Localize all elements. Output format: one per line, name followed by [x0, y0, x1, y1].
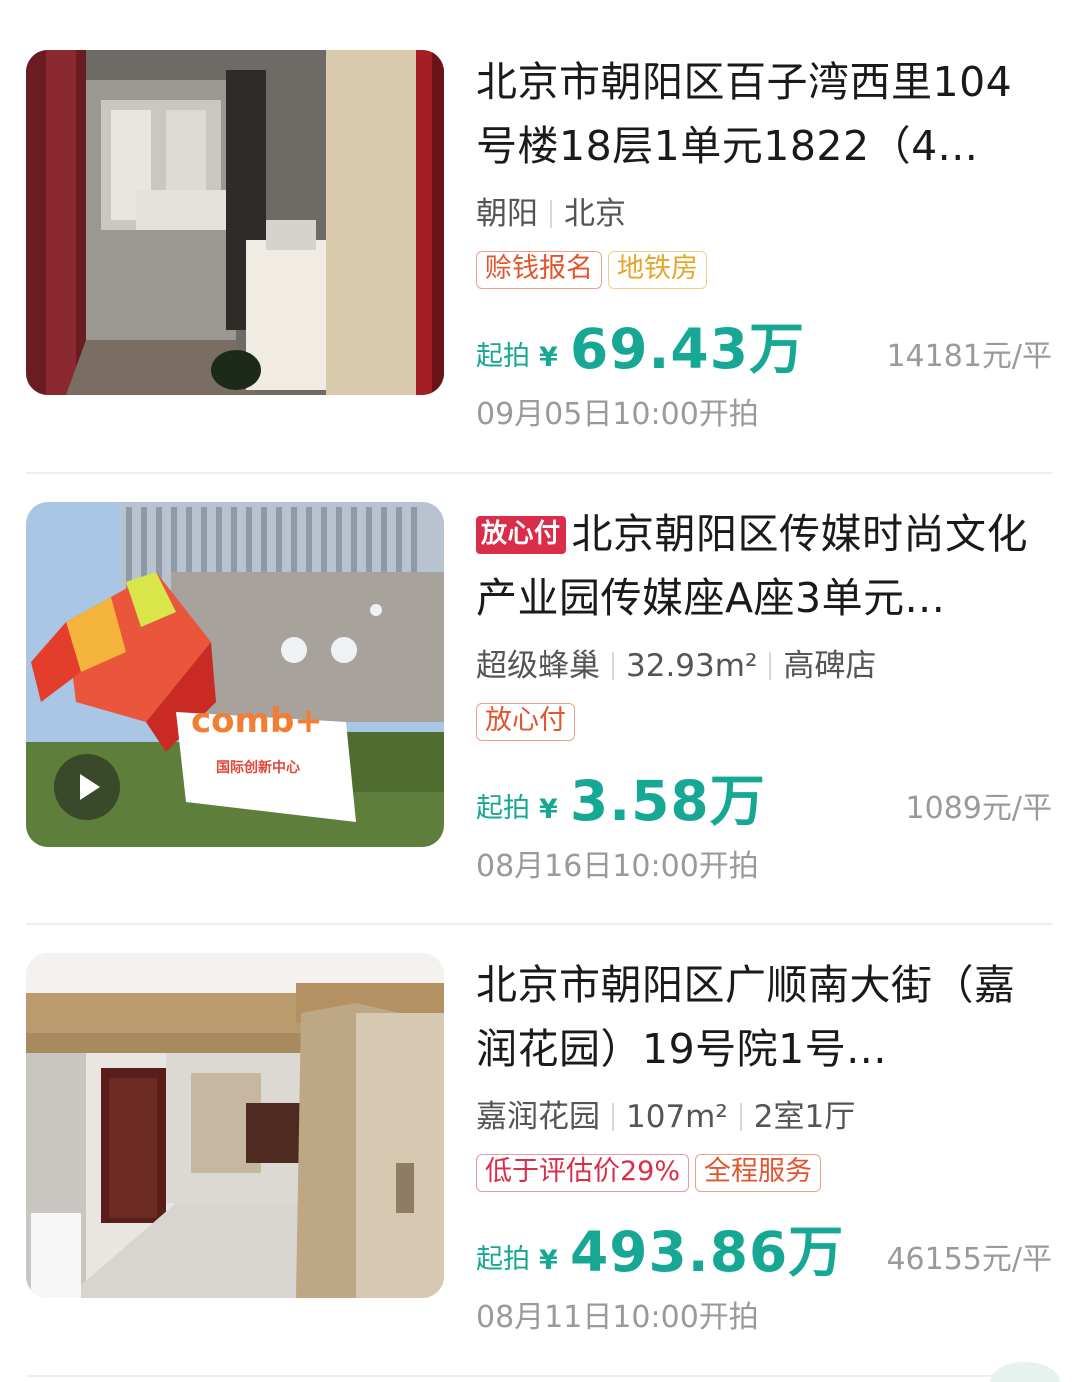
unit-price: 1089元/平	[905, 791, 1052, 826]
meta-community: 嘉润花园	[476, 1099, 600, 1135]
listing-tags: 低于评估价29% 全程服务	[476, 1154, 1052, 1194]
listing-card[interactable]: comb+ 国际创新中心 放心付 北京朝阳区传媒时尚文化产业园传媒座A座3单元..…	[26, 502, 1052, 927]
currency-symbol: ¥	[539, 794, 558, 825]
currency-symbol: ¥	[539, 342, 558, 373]
listing-tags: 放心付	[476, 703, 1052, 743]
price-label: 起拍	[476, 341, 530, 372]
starting-price: 69.43万	[570, 317, 805, 381]
listing-info: 北京市朝阳区百子湾西里104号楼18层1单元1822（4... 朝阳 北京 赊钱报…	[476, 50, 1052, 435]
unit-price: 46155元/平	[886, 1242, 1052, 1277]
hallway-interior-photo	[26, 953, 444, 1298]
tag: 地铁房	[608, 251, 707, 289]
listing-title[interactable]: 北京市朝阳区广顺南大街（嘉润花园）19号院1号...	[476, 953, 1052, 1081]
meta-layout: 2室1厅	[753, 1099, 856, 1135]
meta-divider	[550, 200, 552, 228]
meta-area: 32.93m²	[626, 648, 758, 684]
listing-thumbnail[interactable]: comb+ 国际创新中心	[26, 502, 444, 847]
price-row: 起拍 ¥ 3.58万 1089元/平	[476, 769, 1052, 833]
currency-symbol: ¥	[539, 1245, 558, 1276]
auction-start-time: 08月11日10:00开拍	[476, 1300, 759, 1335]
starting-price: 3.58万	[570, 769, 766, 833]
svg-text:comb+: comb+	[191, 701, 323, 741]
tag: 全程服务	[695, 1154, 822, 1192]
meta-city: 北京	[564, 196, 626, 232]
play-video-button[interactable]	[54, 754, 120, 820]
price-row: 起拍 ¥ 493.86万 46155元/平	[476, 1220, 1052, 1284]
listing-title[interactable]: 北京市朝阳区百子湾西里104号楼18层1单元1822（4...	[476, 50, 1052, 178]
meta-location: 高碑店	[783, 648, 877, 684]
meta-area: 107m²	[626, 1099, 728, 1135]
price-label: 起拍	[476, 1244, 530, 1275]
listing-thumbnail[interactable]	[26, 953, 444, 1298]
meta-divider	[612, 652, 614, 680]
listing-card[interactable]: 北京市朝阳区广顺南大街（嘉润花园）19号院1号... 嘉润花园 107m² 2室1厅…	[26, 953, 1052, 1378]
divider	[26, 923, 1052, 925]
listing-info: 放心付 北京朝阳区传媒时尚文化产业园传媒座A座3单元... 超级蜂巢 32.93m²…	[476, 502, 1052, 887]
tag: 放心付	[476, 703, 575, 741]
price-label: 起拍	[476, 793, 530, 824]
meta-divider	[612, 1103, 614, 1131]
meta-community: 超级蜂巢	[476, 648, 600, 684]
unit-price: 14181元/平	[886, 339, 1052, 374]
listing-meta: 超级蜂巢 32.93m² 高碑店	[476, 643, 1052, 689]
divider	[26, 1375, 1052, 1377]
starting-price: 493.86万	[570, 1220, 845, 1284]
meta-district: 朝阳	[476, 196, 538, 232]
auction-start-time: 09月05日10:00开拍	[476, 397, 759, 432]
meta-divider	[739, 1103, 742, 1131]
payment-badge: 放心付	[476, 516, 566, 554]
meta-divider	[769, 652, 772, 680]
tag: 低于评估价29%	[476, 1154, 690, 1192]
price-row: 起拍 ¥ 69.43万 14181元/平	[476, 317, 1052, 381]
listing-title[interactable]: 放心付 北京朝阳区传媒时尚文化产业园传媒座A座3单元...	[476, 502, 1052, 630]
listing-info: 北京市朝阳区广顺南大街（嘉润花园）19号院1号... 嘉润花园 107m² 2室1厅…	[476, 953, 1052, 1338]
listing-meta: 朝阳 北京	[476, 191, 1052, 237]
listing-meta: 嘉润花园 107m² 2室1厅	[476, 1094, 1052, 1140]
auction-start-time: 08月16日10:00开拍	[476, 849, 759, 884]
listing-card[interactable]: 北京市朝阳区百子湾西里104号楼18层1单元1822（4... 朝阳 北京 赊钱报…	[26, 50, 1052, 475]
listing-thumbnail[interactable]	[26, 50, 444, 395]
svg-text:国际创新中心: 国际创新中心	[216, 759, 300, 776]
listing-tags: 赊钱报名 地铁房	[476, 251, 1052, 291]
divider	[26, 472, 1052, 474]
apartment-interior-photo	[26, 50, 444, 395]
tag: 赊钱报名	[476, 251, 602, 289]
